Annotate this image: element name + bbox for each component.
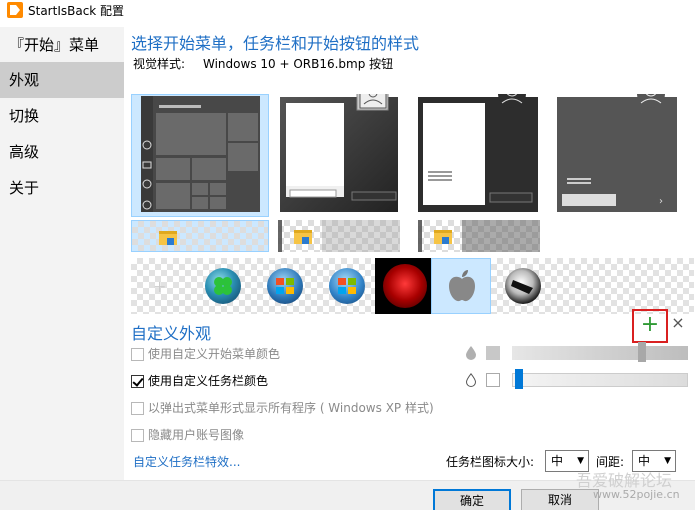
slider-knob[interactable] <box>638 342 646 362</box>
startisback-logo-icon <box>7 2 23 18</box>
svg-text:›: › <box>659 196 663 207</box>
orb-windows-7[interactable] <box>255 258 315 314</box>
start-orb-strip: + <box>131 258 694 314</box>
start-menu-opacity-slider[interactable] <box>512 342 688 362</box>
cancel-button[interactable]: 取消 <box>521 489 599 510</box>
custom-start-menu-color-checkbox[interactable] <box>131 347 144 361</box>
taskbar-style-3[interactable] <box>418 220 540 252</box>
folder-icon <box>434 230 452 244</box>
custom-taskbar-color-checkbox[interactable] <box>131 374 144 388</box>
ok-button[interactable]: 确定 <box>433 489 511 510</box>
sidebar-item-appearance[interactable]: 外观 <box>0 62 124 98</box>
xp-style-all-programs-checkbox[interactable] <box>131 401 144 415</box>
page-heading: 选择开始菜单，任务栏和开始按钮的样式 <box>131 34 420 53</box>
orb-alienware[interactable] <box>493 258 553 314</box>
sidebar-item-start-menu[interactable]: 『开始』菜单 <box>0 27 124 63</box>
title-bar: StartIsBack 配置 <box>0 0 695 20</box>
orb-clover[interactable] <box>193 258 253 314</box>
taskbar-style-2[interactable] <box>278 220 400 252</box>
svg-text:+: + <box>153 277 166 296</box>
sidebar-item-advanced[interactable]: 高级 <box>0 134 124 170</box>
folder-icon <box>159 231 177 245</box>
icon-size-value: 中 <box>551 454 564 468</box>
custom-start-menu-color-option[interactable]: 使用自定义开始菜单颜色 <box>131 345 280 363</box>
add-orb-button[interactable]: + <box>632 309 668 343</box>
start-menu-style-2[interactable] <box>278 81 416 217</box>
red-orb-icon <box>383 264 427 308</box>
start-menu-style-1[interactable] <box>131 94 269 217</box>
start-menu-style-4[interactable]: › <box>557 80 695 217</box>
icon-size-label: 任务栏图标大小: <box>446 455 535 469</box>
taskbar-opacity-slider[interactable] <box>512 369 688 389</box>
visual-style-label: 视觉样式: <box>133 57 186 71</box>
taskbar-color-swatch[interactable] <box>486 373 500 387</box>
watermark-url: www.52pojie.cn <box>593 488 680 501</box>
custom-appearance-heading: 自定义外观 <box>131 324 212 343</box>
orb-apple[interactable] <box>431 258 491 314</box>
orb-blank[interactable]: + <box>131 258 191 314</box>
xp-style-all-programs-label: 以弹出式菜单形式显示所有程序 ( Windows XP 样式) <box>148 401 434 415</box>
visual-style-value: Windows 10 + ORB16.bmp 按钮 <box>203 57 394 71</box>
hide-user-picture-label: 隐藏用户账号图像 <box>148 428 245 442</box>
sidebar-item-about[interactable]: 关于 <box>0 170 124 206</box>
orb-red[interactable] <box>375 258 435 314</box>
start-menu-color-swatch[interactable] <box>486 346 500 360</box>
start-menu-style-3[interactable] <box>418 80 556 217</box>
drop-outline-icon <box>465 373 477 387</box>
folder-icon <box>294 230 312 244</box>
taskbar-style-1[interactable] <box>131 220 269 252</box>
apple-icon <box>449 270 475 302</box>
xp-style-all-programs-option[interactable]: 以弹出式菜单形式显示所有程序 ( Windows XP 样式) <box>131 399 434 417</box>
custom-taskbar-color-label: 使用自定义任务栏颜色 <box>148 374 269 388</box>
slider-knob[interactable] <box>515 369 523 389</box>
customize-taskbar-effects-link[interactable]: 自定义任务栏特效... <box>133 453 240 470</box>
hide-user-picture-checkbox[interactable] <box>131 428 144 442</box>
sidebar-item-switching[interactable]: 切换 <box>0 98 124 134</box>
remove-orb-button[interactable]: × <box>670 313 686 333</box>
window-title: StartIsBack 配置 <box>28 4 125 18</box>
hide-user-picture-option[interactable]: 隐藏用户账号图像 <box>131 426 244 444</box>
custom-taskbar-color-option[interactable]: 使用自定义任务栏颜色 <box>131 372 268 390</box>
spacing-value: 中 <box>638 454 651 468</box>
custom-start-menu-color-label: 使用自定义开始菜单颜色 <box>148 347 281 361</box>
drop-filled-icon <box>466 346 476 360</box>
orb-windows-xp[interactable] <box>317 258 377 314</box>
